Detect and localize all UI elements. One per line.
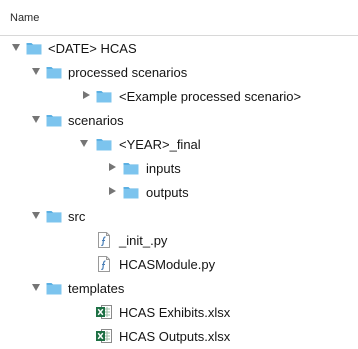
folder-icon bbox=[46, 280, 62, 296]
disclosure-open-icon[interactable] bbox=[32, 212, 40, 219]
tree-row-hcasmodule-py[interactable]: HCASModule.py bbox=[0, 252, 358, 276]
file-tree: <DATE> HCAS processed scenarios <Example… bbox=[0, 36, 358, 348]
disclosure-open-icon[interactable] bbox=[32, 68, 40, 75]
tree-item-label: <DATE> HCAS bbox=[48, 41, 137, 56]
disclosure-closed-icon[interactable] bbox=[109, 187, 116, 195]
folder-icon bbox=[46, 112, 62, 128]
python-file-icon bbox=[96, 256, 112, 272]
folder-icon bbox=[96, 88, 112, 104]
python-file-icon bbox=[96, 232, 112, 248]
excel-file-icon bbox=[96, 328, 112, 344]
tree-row-year-final[interactable]: <YEAR>_final bbox=[0, 132, 358, 156]
tree-row-inputs[interactable]: inputs bbox=[0, 156, 358, 180]
tree-row-hcas-exhibits-xlsx[interactable]: HCAS Exhibits.xlsx bbox=[0, 300, 358, 324]
disclosure-open-icon[interactable] bbox=[80, 140, 88, 147]
tree-item-label: <YEAR>_final bbox=[119, 137, 201, 152]
tree-item-label: <Example processed scenario> bbox=[119, 89, 302, 104]
excel-file-icon bbox=[96, 304, 112, 320]
tree-item-label: inputs bbox=[146, 161, 181, 176]
tree-row-example-processed-scenario[interactable]: <Example processed scenario> bbox=[0, 84, 358, 108]
folder-icon bbox=[123, 184, 139, 200]
disclosure-open-icon[interactable] bbox=[32, 116, 40, 123]
column-header[interactable]: Name bbox=[0, 0, 358, 36]
tree-row-processed-scenarios[interactable]: processed scenarios bbox=[0, 60, 358, 84]
tree-item-label: processed scenarios bbox=[68, 65, 188, 80]
disclosure-closed-icon[interactable] bbox=[83, 91, 90, 99]
tree-row-templates[interactable]: templates bbox=[0, 276, 358, 300]
tree-item-label: scenarios bbox=[68, 113, 124, 128]
tree-item-label: HCAS Outputs.xlsx bbox=[119, 329, 231, 344]
tree-row-init-py[interactable]: _init_.py bbox=[0, 228, 358, 252]
column-header-name: Name bbox=[10, 12, 40, 24]
tree-row-hcas-outputs-xlsx[interactable]: HCAS Outputs.xlsx bbox=[0, 324, 358, 348]
tree-row-src[interactable]: src bbox=[0, 204, 358, 228]
tree-item-label: HCASModule.py bbox=[119, 257, 216, 272]
tree-row-date-hcas[interactable]: <DATE> HCAS bbox=[0, 36, 358, 60]
folder-icon bbox=[96, 136, 112, 152]
disclosure-open-icon[interactable] bbox=[12, 44, 20, 51]
tree-row-outputs[interactable]: outputs bbox=[0, 180, 358, 204]
tree-item-label: templates bbox=[68, 281, 125, 296]
tree-item-label: HCAS Exhibits.xlsx bbox=[119, 305, 231, 320]
tree-row-scenarios[interactable]: scenarios bbox=[0, 108, 358, 132]
tree-item-label: src bbox=[68, 209, 86, 224]
folder-icon bbox=[46, 64, 62, 80]
tree-item-label: outputs bbox=[146, 185, 189, 200]
disclosure-closed-icon[interactable] bbox=[109, 163, 116, 171]
folder-icon bbox=[46, 208, 62, 224]
disclosure-open-icon[interactable] bbox=[32, 284, 40, 291]
folder-icon bbox=[26, 40, 42, 56]
tree-item-label: _init_.py bbox=[119, 233, 168, 248]
folder-icon bbox=[123, 160, 139, 176]
